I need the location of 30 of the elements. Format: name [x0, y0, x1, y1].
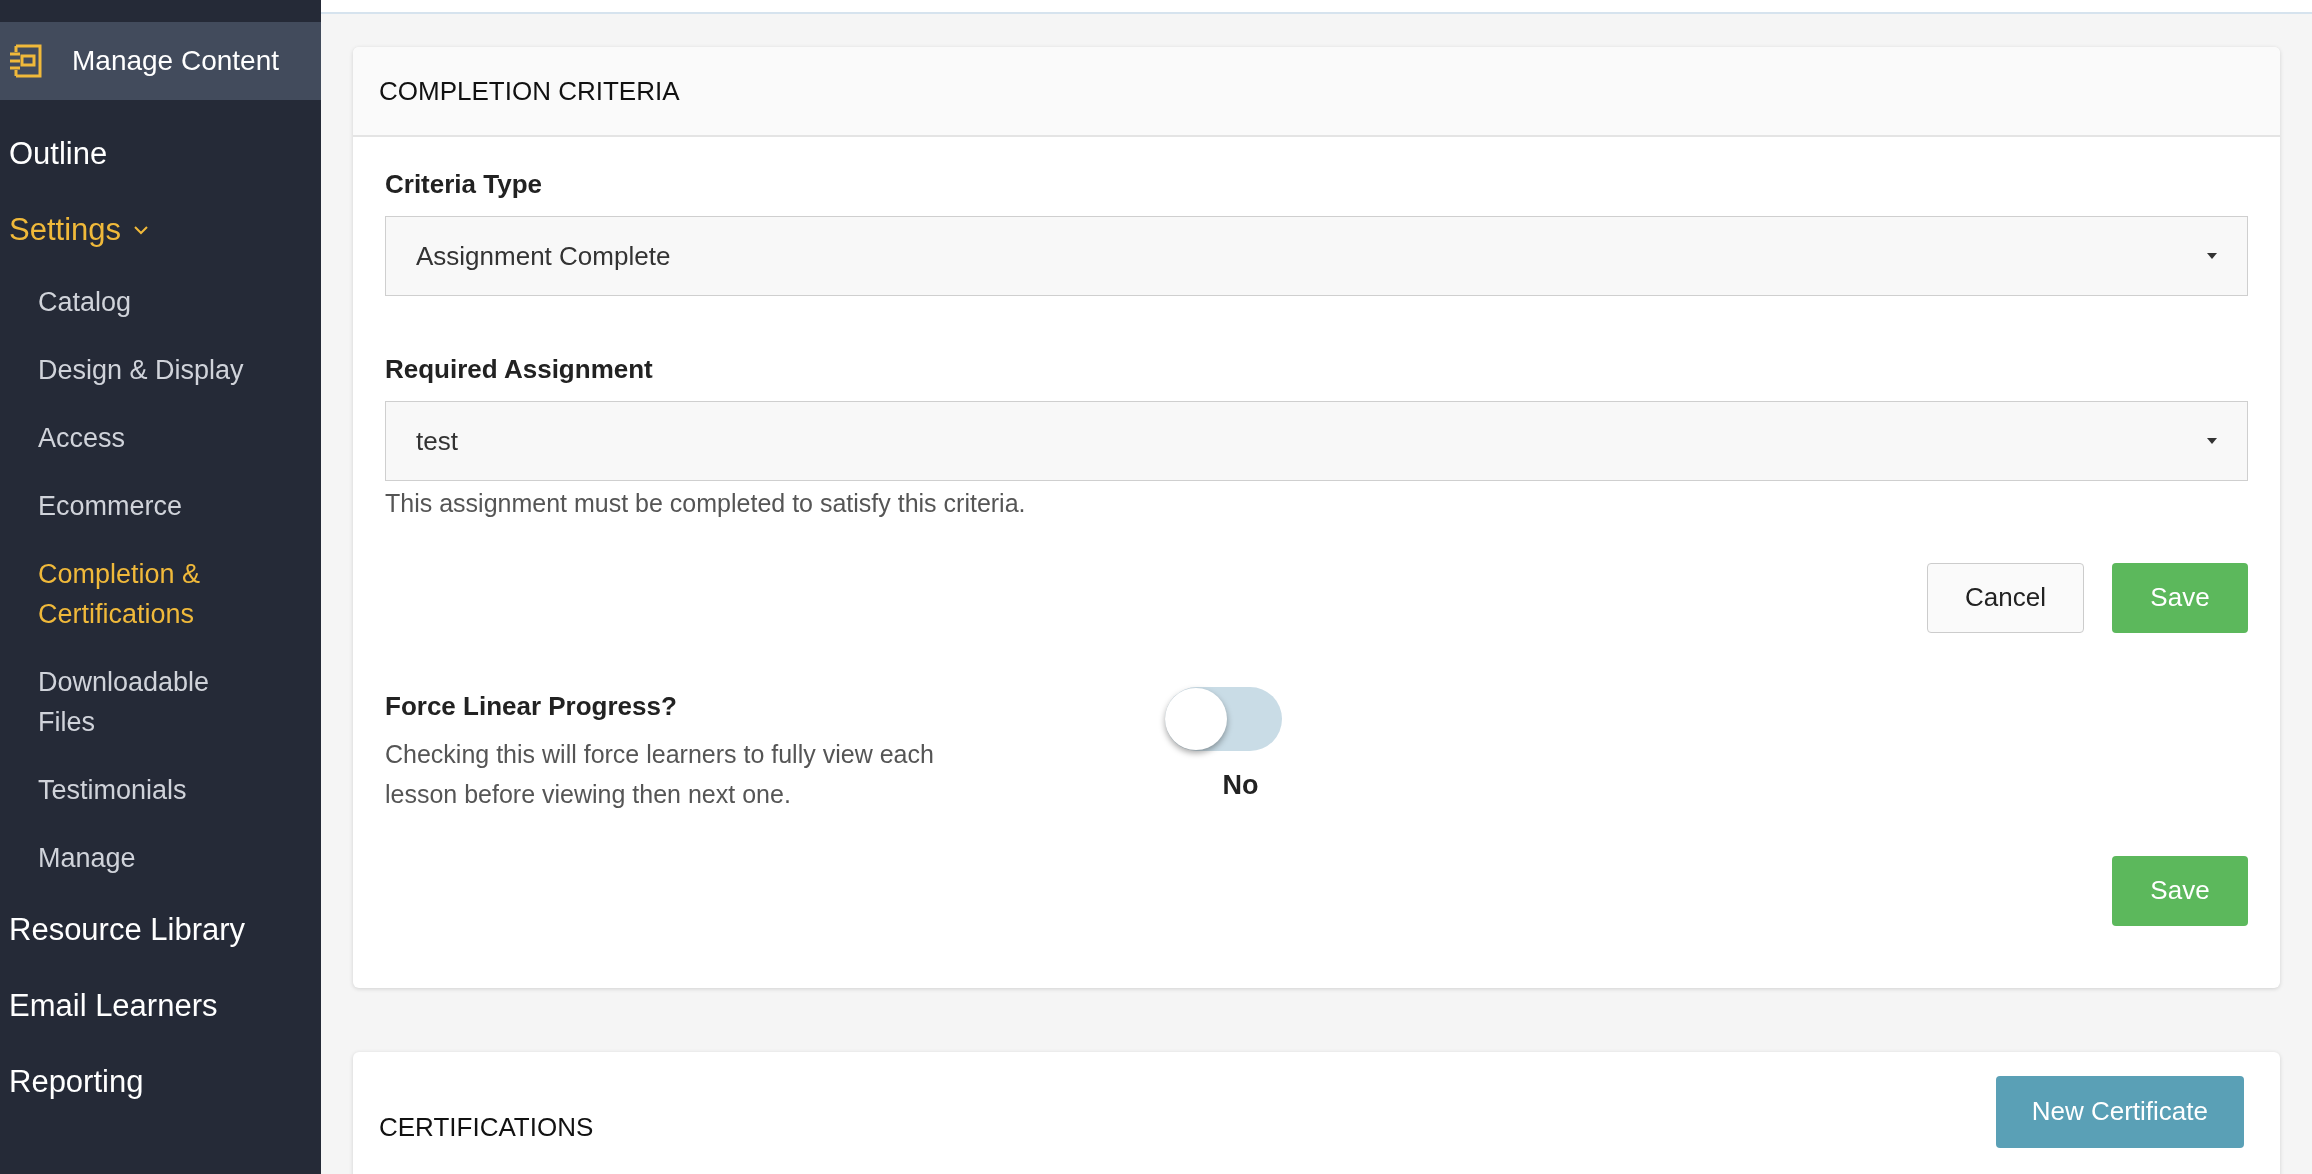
field-label: Criteria Type: [385, 168, 543, 201]
field-label: Required Assignment: [385, 353, 654, 386]
sidebar-subitem[interactable]: Manage: [0, 824, 321, 892]
chevron-icon: [133, 225, 149, 235]
cancel-button[interactable]: Cancel: [1927, 562, 2084, 633]
sidebar-subitem[interactable]: Access: [0, 404, 321, 472]
caret-icon: [2207, 253, 2217, 259]
sidebar-item[interactable]: Resource Library: [0, 892, 321, 968]
sidebar-subitem[interactable]: Completion & Certifications: [0, 540, 321, 648]
card-title: CERTIFICATIONS: [379, 1110, 594, 1144]
sidebar-subitem[interactable]: Design & Display: [0, 336, 321, 404]
select-field[interactable]: Assignment Complete: [385, 216, 2248, 296]
sidebar-subitem[interactable]: Ecommerce: [0, 472, 321, 540]
help-text: This assignment must be completed to satisfy this criteria.: [385, 488, 1027, 519]
sidebar-subitem[interactable]: Catalog: [0, 268, 321, 336]
sidebar-header[interactable]: Manage Content: [0, 22, 321, 100]
module-icon: [8, 44, 42, 78]
card-title: COMPLETION CRITERIA: [379, 74, 680, 108]
toggle-switch[interactable]: [1165, 686, 1282, 751]
sidebar-subitem[interactable]: Testimonials: [0, 756, 321, 824]
sidebar-item[interactable]: Settings: [0, 192, 321, 268]
field-description: Checking this will force learners to fully view each lesson before viewing then next one.: [385, 738, 935, 810]
sidebar-item[interactable]: Outline: [0, 116, 321, 192]
field-label: Force Linear Progress?: [385, 689, 678, 723]
select-field[interactable]: test: [385, 401, 2248, 481]
sidebar-subitem[interactable]: Downloadable Files: [0, 648, 321, 756]
toggle-state-label: No: [1222, 768, 1259, 802]
sidebar-item[interactable]: Reporting: [0, 1044, 321, 1120]
caret-icon: [2207, 438, 2217, 444]
sidebar-item[interactable]: Email Learners: [0, 968, 321, 1044]
